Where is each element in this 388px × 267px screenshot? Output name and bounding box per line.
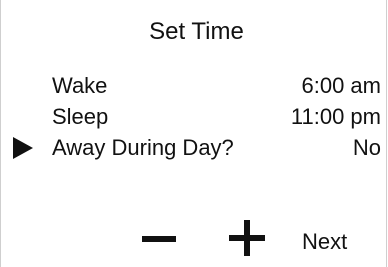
plus-icon-vertical [244,220,250,256]
sleep-time-value: 11:00 pm [290,104,381,129]
thermostat-screen: Set Time Wake 6:00 am Sleep 11:00 pm Awa… [0,0,387,267]
decrease-button[interactable] [139,226,181,254]
wake-time-value: 6:00 am [301,73,382,98]
away-during-day-label: Away During Day? [52,135,234,160]
page-title: Set Time [149,18,244,45]
increase-button[interactable] [226,218,268,260]
setting-row-away-during-day[interactable]: Away During Day? No [1,134,386,162]
wake-label: Wake [52,73,108,98]
setting-row-sleep[interactable]: Sleep 11:00 pm [1,103,386,131]
triangle-right-icon [13,137,33,159]
away-during-day-value: No [352,135,381,160]
setting-row-wake[interactable]: Wake 6:00 am [1,72,386,100]
minus-icon [142,236,176,242]
sleep-label: Sleep [52,104,109,129]
next-button[interactable]: Next [302,229,347,255]
